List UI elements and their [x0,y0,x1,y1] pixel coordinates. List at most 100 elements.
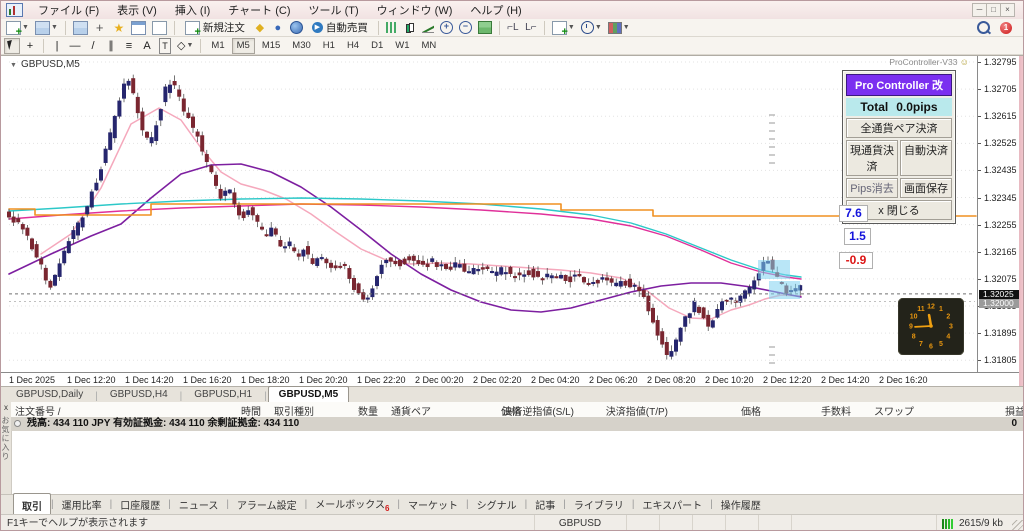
close-current-pair-button[interactable]: 現通貨決済 [846,140,898,176]
column-order[interactable]: 注文番号 / [15,403,61,418]
trendline-icon: / [91,39,94,53]
terminal-button[interactable] [129,20,148,36]
market-watch-button[interactable] [71,20,90,36]
terminal-column-9[interactable]: スワップ [794,403,914,418]
panel-title: Pro Controller 改 [846,74,952,96]
price-axis-label: 1.32615 [984,111,1017,121]
chart-window[interactable]: ▼GBPUSD,M5 ProController-V33 ☺ Pro Contr… [1,55,1024,386]
candle-chart-button[interactable] [402,20,418,36]
menu-item-1[interactable]: 表示 (V) [108,3,166,19]
terminal-tab-4[interactable]: アラーム設定 [229,495,305,514]
terminal-tab-6[interactable]: マーケット [400,495,466,514]
terminal-tab-7[interactable]: シグナル [469,495,525,514]
mail-badge: 6 [385,504,389,513]
cursor-tool[interactable] [4,38,20,54]
new-order-button[interactable]: 新規注文 [180,20,250,36]
periods-button[interactable]: ▼ [579,20,604,36]
svg-text:1: 1 [939,306,943,313]
time-axis-label: 2 Dec 14:20 [821,375,870,385]
bar-chart-button[interactable] [384,20,400,36]
time-axis-label: 2 Dec 06:20 [589,375,638,385]
side-vertical-tab[interactable]: お気に入り [1,416,11,461]
time-axis-label: 1 Dec 2025 [9,375,55,385]
zoom-out-button[interactable]: − [457,20,474,36]
menu-item-3[interactable]: チャート (C) [219,3,299,19]
chart-tab-1[interactable]: GBPUSD,H4 [99,386,179,402]
grid-arrange-button[interactable]: L⌐ [523,20,539,36]
templates-button[interactable]: ▼ [606,20,632,36]
menu-item-2[interactable]: 挿入 (I) [166,3,219,19]
symbol-label[interactable]: ▼GBPUSD,M5 [10,59,80,70]
notifications-button[interactable]: 1 [998,20,1014,36]
chart-tab-3[interactable]: GBPUSD,M5 [268,386,349,402]
time-axis-label: 1 Dec 22:20 [357,375,406,385]
auto-trading-button[interactable]: ▶ 自動売買 [307,20,373,36]
timeframe-m1[interactable]: M1 [206,38,229,54]
text-tool[interactable]: A [139,38,155,54]
web-button[interactable] [288,20,305,36]
shapes-tool[interactable]: ◇▼ [175,38,195,54]
fibonacci-tool[interactable]: ≡ [121,38,137,54]
auto-close-button[interactable]: 自動決済 [900,140,952,176]
terminal-tab-9[interactable]: ライブラリ [566,495,632,514]
terminal-tab-3[interactable]: ニュース [171,495,227,514]
metaeditor-button[interactable]: ◆ [252,20,268,36]
candle-chart-icon [405,22,415,34]
timeframe-m30[interactable]: M30 [287,38,315,54]
chart-tab-0[interactable]: GBPUSD,Daily [5,386,94,402]
terminal-tab-1[interactable]: 運用比率 [54,495,110,514]
line-chart-button[interactable] [420,20,436,36]
price-chart[interactable] [1,56,977,387]
timeframe-mn[interactable]: MN [417,38,442,54]
zoom-in-icon: + [440,21,453,34]
minimize-button[interactable]: ─ [972,3,987,17]
resize-grip[interactable] [1012,520,1024,531]
vertical-line-tool[interactable]: | [49,38,65,54]
new-chart-button[interactable]: ▼ [4,20,31,36]
timeframe-d1[interactable]: D1 [366,38,388,54]
terminal-tab-2[interactable]: 口座履歴 [112,495,168,514]
menu-item-0[interactable]: ファイル (F) [29,3,108,19]
close-button[interactable]: × [1000,3,1015,17]
timeframe-m5[interactable]: M5 [232,38,255,54]
menu-item-4[interactable]: ツール (T) [300,3,368,19]
terminal-tab-0[interactable]: 取引 [13,493,51,515]
terminal-tab-8[interactable]: 記事 [527,495,563,514]
auto-arrange-button[interactable]: ⌐L [505,20,521,36]
timeframe-m15[interactable]: M15 [257,38,285,54]
timeframe-h1[interactable]: H1 [318,38,340,54]
zoom-in-button[interactable]: + [438,20,455,36]
terminal-column-10[interactable]: 損益 [905,403,1024,418]
terminal-tab-11[interactable]: 操作履歴 [713,495,769,514]
tile-windows-button[interactable] [476,20,494,36]
restore-button[interactable]: □ [986,3,1001,17]
profiles-button[interactable]: ▼ [33,20,60,36]
terminal-close-button[interactable]: x [2,403,10,412]
crosshair-tool[interactable]: + [22,38,38,54]
menu-item-5[interactable]: ウィンドウ (W) [368,3,462,19]
indicators-button[interactable]: ▼ [550,20,577,36]
balance-row[interactable]: 残高: 434 110 JPY 有効証拠金: 434 110 余剰証拠金: 43… [11,417,1024,431]
chart-tab-2[interactable]: GBPUSD,H1 [183,386,263,402]
terminal-tab-5[interactable]: メールボックス6 [307,494,397,515]
menu-item-6[interactable]: ヘルプ (H) [461,3,530,19]
new-chart-icon [6,21,21,35]
save-screen-button[interactable]: 画面保存 [900,178,952,198]
accounts-button[interactable]: ● [270,20,286,36]
close-all-pairs-button[interactable]: 全通貨ペア決済 [846,118,952,138]
favorites-button[interactable]: ★ [111,20,127,36]
text-icon: A [143,39,150,53]
price-axis[interactable]: 1.327951.327051.326151.325251.324351.323… [977,56,1020,372]
label-tool[interactable]: T [157,38,173,54]
pips-clear-button[interactable]: Pips消去 [846,178,898,198]
timeframe-w1[interactable]: W1 [390,38,414,54]
timeframe-h4[interactable]: H4 [342,38,364,54]
channel-tool[interactable]: ∥ [103,38,119,54]
data-window-button[interactable] [150,20,169,36]
svg-text:7: 7 [919,341,923,348]
trendline-tool[interactable]: / [85,38,101,54]
search-button[interactable] [975,20,992,36]
horizontal-line-tool[interactable]: — [67,38,83,54]
terminal-tab-10[interactable]: エキスパート [634,495,710,514]
navigator-button[interactable] [92,20,109,36]
